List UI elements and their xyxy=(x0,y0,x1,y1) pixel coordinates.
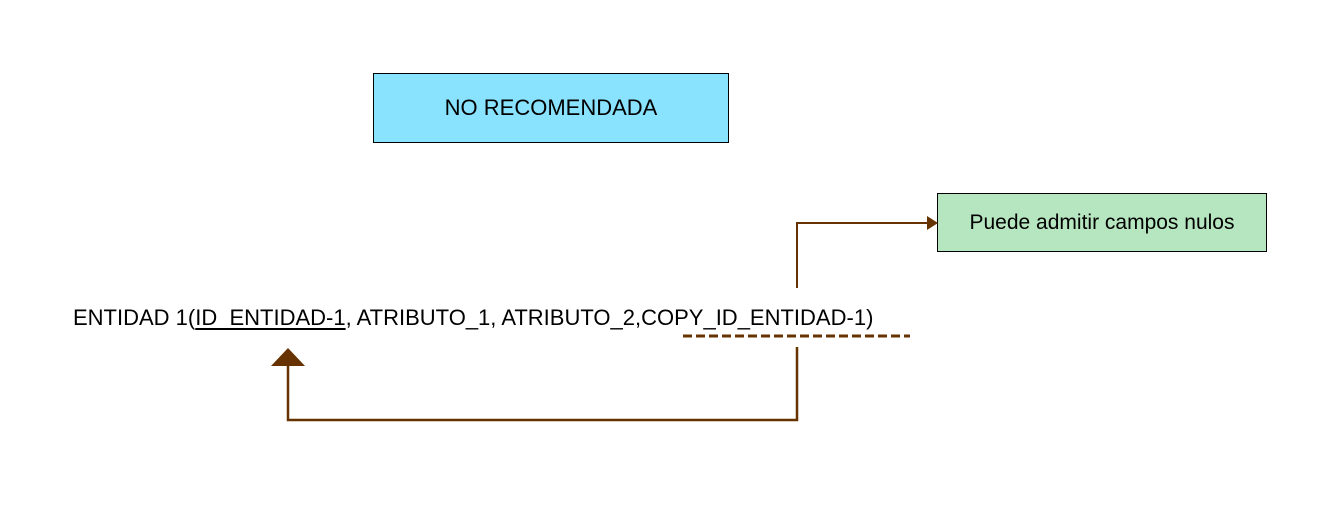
foreign-key: COPY_ID_ENTIDAD-1 xyxy=(641,305,867,330)
reference-arrowhead xyxy=(271,348,305,366)
relation-schema: ENTIDAD 1(ID_ENTIDAD-1, ATRIBUTO_1, ATRI… xyxy=(73,303,873,333)
note-label: Puede admitir campos nulos xyxy=(969,210,1235,234)
attribute-1: ATRIBUTO_1 xyxy=(356,305,491,330)
attribute-2: ATRIBUTO_2 xyxy=(501,305,635,330)
note-connector xyxy=(796,222,928,288)
title-label: NO RECOMENDADA xyxy=(444,95,658,120)
separator: , xyxy=(490,305,502,330)
title-box: NO RECOMENDADA xyxy=(373,73,729,143)
separator: , xyxy=(345,305,357,330)
relation-close: ) xyxy=(866,305,874,330)
note-box: Puede admitir campos nulos xyxy=(937,193,1267,252)
entity-prefix: ENTIDAD 1( xyxy=(73,305,196,330)
primary-key: ID_ENTIDAD-1 xyxy=(195,305,346,330)
reference-connector xyxy=(286,347,799,422)
